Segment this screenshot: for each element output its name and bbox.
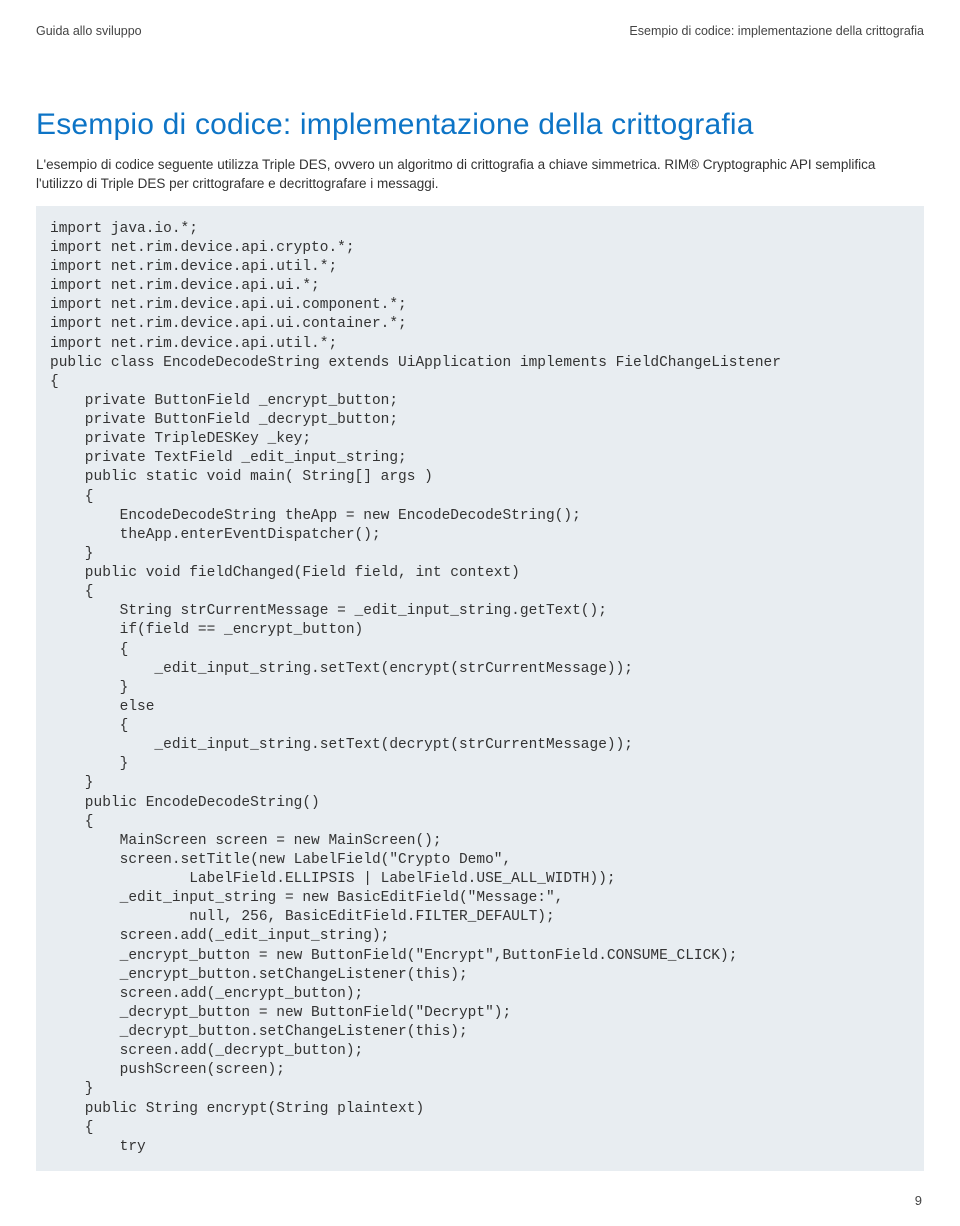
document-header: Guida allo sviluppo Esempio di codice: i… [36,24,924,38]
code-sample: import java.io.*; import net.rim.device.… [36,206,924,1171]
header-right: Esempio di codice: implementazione della… [629,24,924,38]
intro-paragraph: L'esempio di codice seguente utilizza Tr… [36,156,924,194]
page-title: Esempio di codice: implementazione della… [36,108,924,142]
page-number: 9 [915,1193,922,1208]
header-left: Guida allo sviluppo [36,24,142,38]
